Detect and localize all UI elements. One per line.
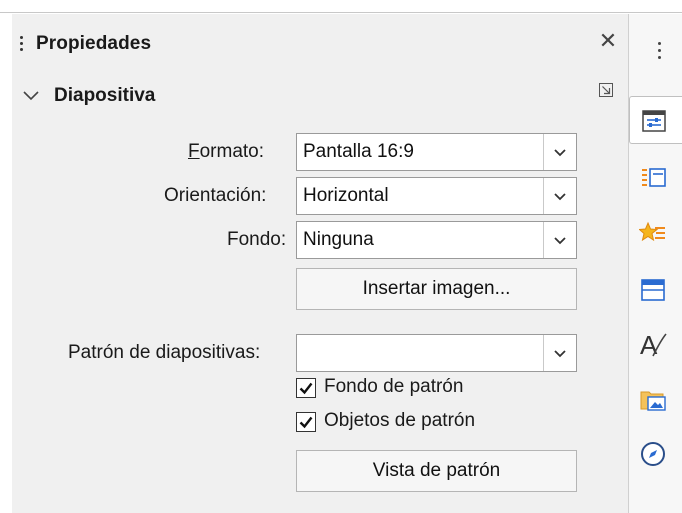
properties-panel: Propiedades ✕ Diapositiva Formato: Panta… xyxy=(12,14,628,513)
chevron-down-icon[interactable] xyxy=(22,86,40,104)
tab-animation[interactable] xyxy=(629,210,682,258)
panel-grip-icon[interactable] xyxy=(20,36,24,54)
chevron-down-icon xyxy=(554,149,566,157)
more-options-icon[interactable] xyxy=(598,82,614,98)
orientation-dropdown-button[interactable] xyxy=(543,178,576,214)
checkmark-icon xyxy=(299,382,313,395)
background-select[interactable]: Ninguna xyxy=(296,221,577,259)
tab-properties[interactable] xyxy=(629,96,682,144)
chevron-down-icon xyxy=(554,237,566,245)
master-slide-label: Patrón de diapositivas: xyxy=(68,342,261,363)
master-slides-icon xyxy=(641,279,665,301)
section-slide-header[interactable]: Diapositiva xyxy=(12,78,628,116)
tab-gallery[interactable] xyxy=(629,376,682,424)
gallery-icon xyxy=(640,391,666,411)
tab-slide-transition[interactable] xyxy=(629,154,682,202)
styles-icon: A xyxy=(640,330,667,360)
checkmark-icon xyxy=(299,416,313,429)
format-label: Formato: xyxy=(188,141,265,162)
slide-transition-icon xyxy=(642,168,666,187)
tabbar-grip-icon[interactable] xyxy=(658,42,662,63)
background-dropdown-button[interactable] xyxy=(543,222,576,258)
format-dropdown-button[interactable] xyxy=(543,134,576,170)
master-view-button[interactable]: Vista de patrón xyxy=(296,450,577,492)
tab-navigator[interactable] xyxy=(629,430,682,478)
master-slide-select[interactable] xyxy=(296,334,577,372)
close-icon[interactable]: ✕ xyxy=(596,28,620,54)
chevron-down-icon xyxy=(554,350,566,358)
background-label: Fondo: xyxy=(227,229,287,250)
orientation-label: Orientación: xyxy=(164,185,267,206)
section-title: Diapositiva xyxy=(54,85,156,106)
navigator-icon xyxy=(641,442,665,466)
sidebar-tab-bar: A xyxy=(628,14,682,513)
insert-image-button[interactable]: Insertar imagen... xyxy=(296,268,577,310)
master-objects-checkbox[interactable] xyxy=(296,412,316,432)
panel-title: Propiedades xyxy=(36,33,152,54)
master-slide-dropdown-button[interactable] xyxy=(543,335,576,371)
panel-header: Propiedades ✕ xyxy=(12,14,628,72)
tab-styles[interactable]: A xyxy=(629,320,682,368)
master-objects-label: Objetos de patrón xyxy=(324,410,476,431)
properties-icon xyxy=(642,110,666,132)
window-top-edge xyxy=(0,0,682,13)
master-background-label: Fondo de patrón xyxy=(324,376,464,397)
svg-text:A: A xyxy=(640,330,658,360)
master-background-checkbox[interactable] xyxy=(296,378,316,398)
format-value: Pantalla 16:9 xyxy=(303,141,414,162)
orientation-select[interactable]: Horizontal xyxy=(296,177,577,215)
animation-icon xyxy=(639,221,665,242)
master-objects-checkbox-row[interactable]: Objetos de patrón xyxy=(296,410,536,436)
format-select[interactable]: Pantalla 16:9 xyxy=(296,133,577,171)
orientation-value: Horizontal xyxy=(303,185,389,206)
master-background-checkbox-row[interactable]: Fondo de patrón xyxy=(296,376,536,402)
chevron-down-icon xyxy=(554,193,566,201)
background-value: Ninguna xyxy=(303,229,374,250)
tab-master-slides[interactable] xyxy=(629,266,682,314)
